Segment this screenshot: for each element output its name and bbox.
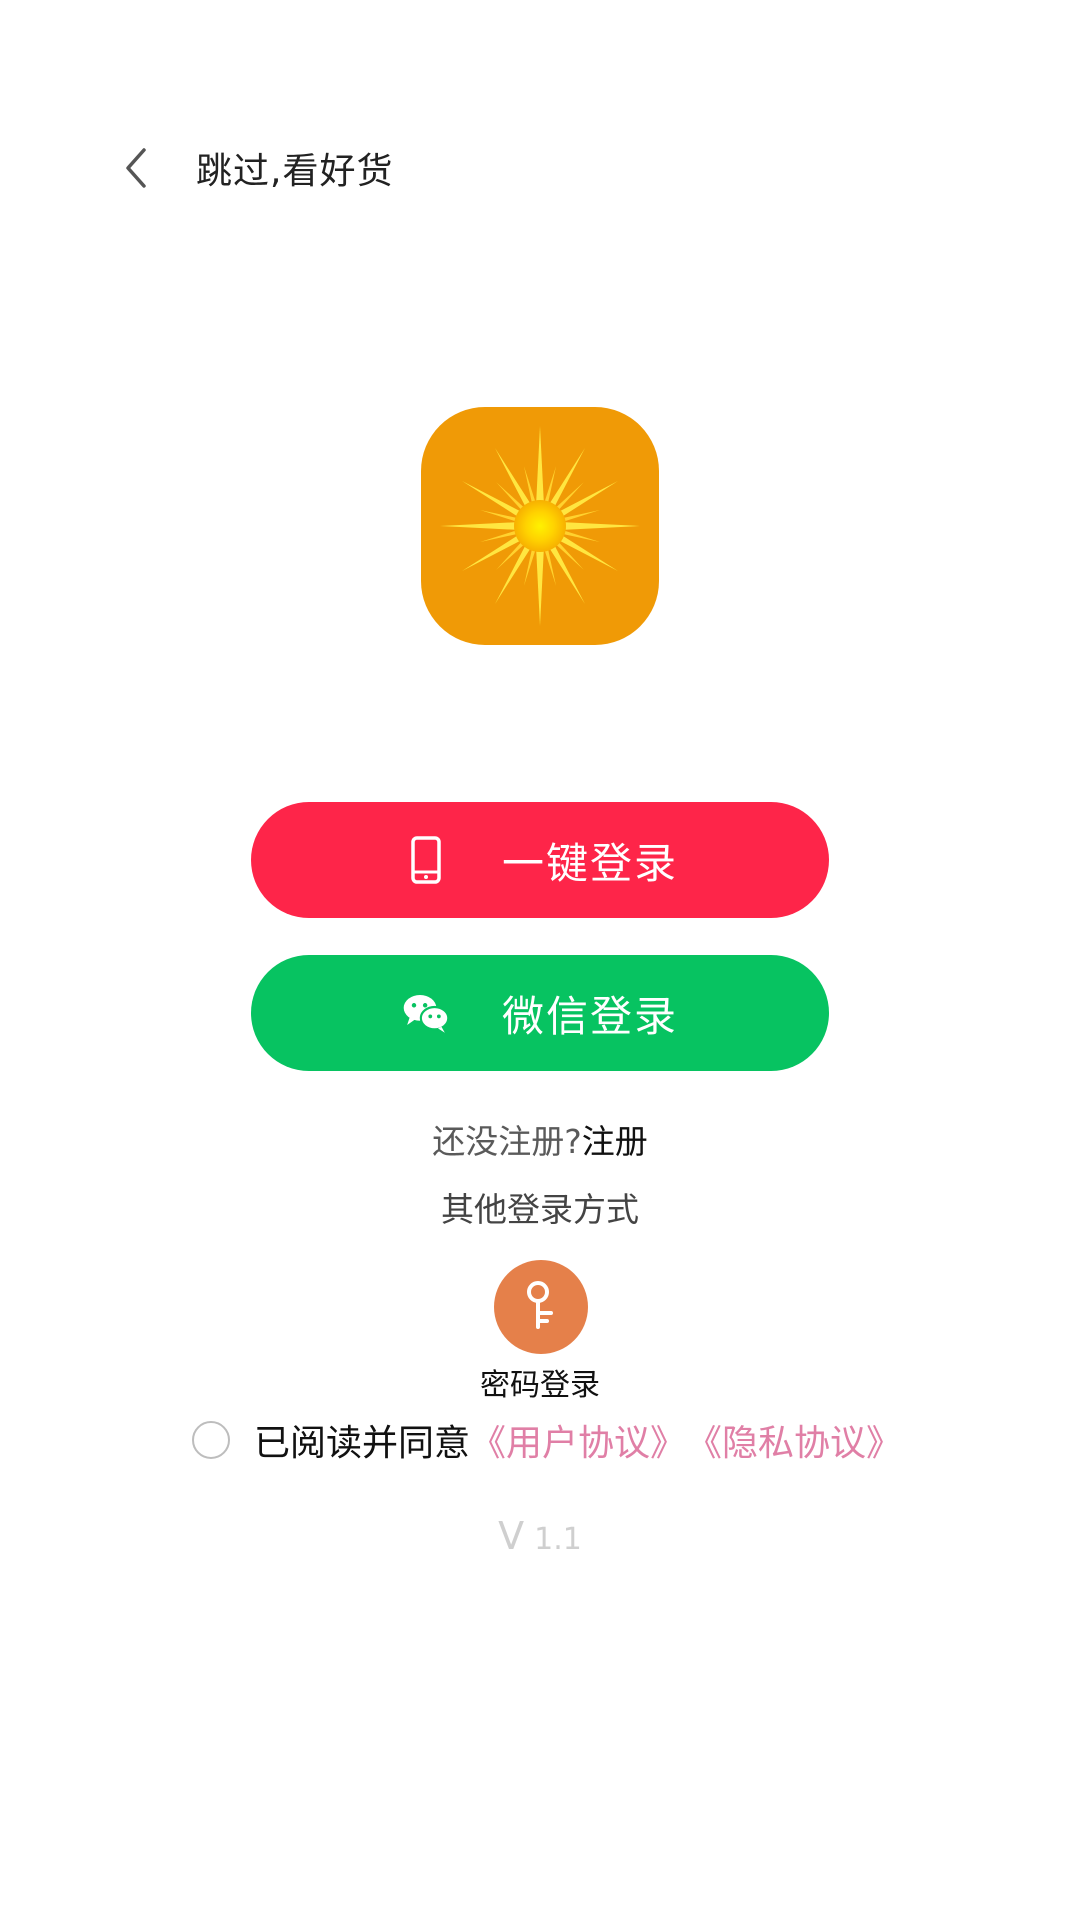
privacy-agreement-link[interactable]: 《隐私协议》: [686, 1414, 902, 1466]
version-number: 1.1: [534, 1522, 582, 1557]
version-label: V 1.1: [0, 1514, 1080, 1558]
wechat-login-label: 微信登录: [501, 991, 678, 1041]
register-link[interactable]: 注册: [582, 1122, 648, 1161]
password-login-label[interactable]: 密码登录: [0, 1364, 1080, 1408]
password-login-button[interactable]: [494, 1260, 588, 1354]
register-row: 还没注册?注册: [0, 1118, 1080, 1166]
sunburst-logo-icon: [440, 426, 640, 626]
app-logo: [421, 407, 659, 645]
version-prefix: V: [498, 1514, 525, 1558]
login-screen: 跳过,看好货 一键登录 微信登录 还没注册?注册 其他登录方式 密码登录 已阅读…: [0, 0, 1080, 1920]
skip-link[interactable]: 跳过,看好货: [196, 142, 393, 194]
register-prompt: 还没注册?: [432, 1122, 582, 1161]
one-click-login-label: 一键登录: [501, 838, 678, 888]
agreement-text: 已阅读并同意: [254, 1423, 471, 1464]
wechat-icon: [402, 989, 450, 1037]
user-agreement-link[interactable]: 《用户协议》: [470, 1414, 686, 1466]
one-click-login-button[interactable]: 一键登录: [251, 802, 829, 918]
agreement-row: 已阅读并同意 《用户协议》 《隐私协议》: [192, 1412, 902, 1468]
key-icon: [521, 1279, 561, 1335]
agreement-checkbox[interactable]: [192, 1421, 230, 1459]
phone-icon: [402, 836, 450, 884]
top-bar: 跳过,看好货: [118, 138, 393, 198]
chevron-left-icon[interactable]: [118, 144, 154, 192]
wechat-login-button[interactable]: 微信登录: [251, 955, 829, 1071]
other-login-title: 其他登录方式: [441, 1190, 639, 1229]
